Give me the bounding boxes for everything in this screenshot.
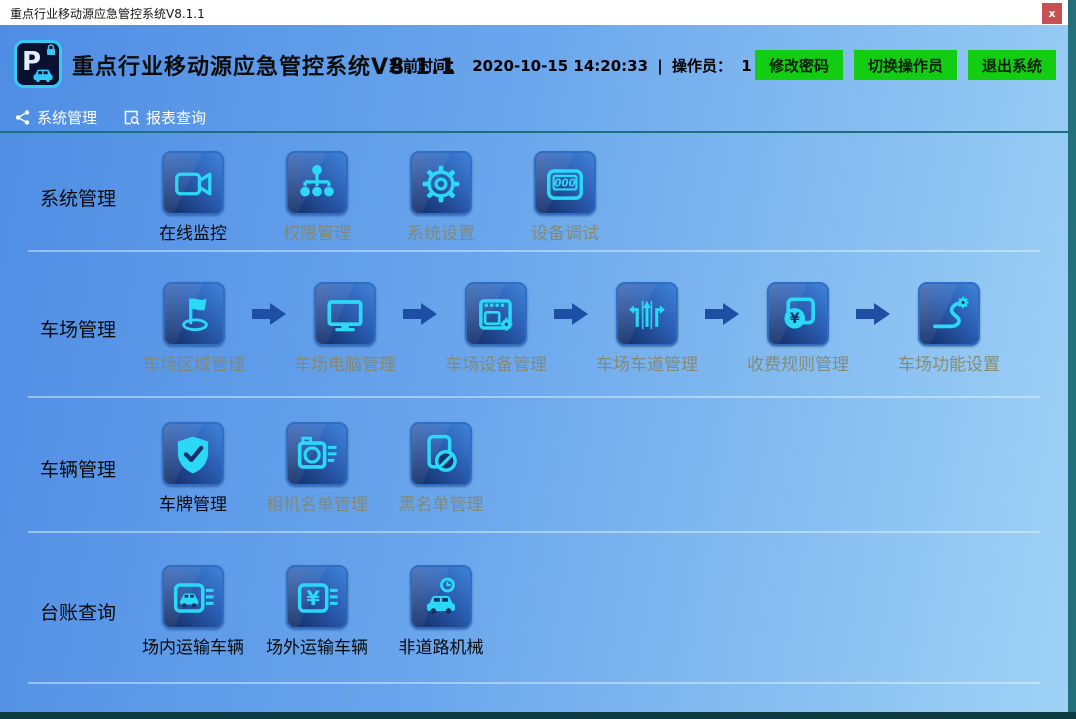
shield-check-icon[interactable]: [162, 422, 224, 486]
share-nodes-icon: [14, 109, 31, 126]
flow-arrow-icon: [552, 282, 591, 346]
launcher-area-management[interactable]: 车场区域管理: [138, 282, 250, 375]
gear-icon[interactable]: [410, 151, 472, 215]
launcher-camera-list[interactable]: 相机名单管理: [255, 422, 379, 515]
launcher-onsite-vehicles[interactable]: 场内运输车辆: [131, 565, 255, 658]
launcher-offsite-vehicles[interactable]: ¥ 场外运输车辆: [255, 565, 379, 658]
device-window-gear-icon[interactable]: [465, 282, 527, 346]
main-window: P 重点行业移动源应急管控系统V8.1.1 当前时间： 2020-10-15 1…: [0, 25, 1068, 712]
flow-arrow-icon: [250, 282, 289, 346]
video-camera-icon[interactable]: [162, 151, 224, 215]
window-titlebar[interactable]: 重点行业移动源应急管控系统V8.1.1 x: [0, 0, 1068, 25]
svg-text:¥: ¥: [306, 587, 320, 610]
launcher-device-debug[interactable]: 000 设备调试: [503, 151, 627, 244]
menu-report-query[interactable]: 报表查询: [123, 107, 206, 128]
launcher-fee-rules[interactable]: ¥ 收费规则管理: [742, 282, 854, 375]
yen-list-icon[interactable]: ¥: [286, 565, 348, 629]
launcher-online-monitor[interactable]: 在线监控: [131, 151, 255, 244]
switch-operator-button[interactable]: 切换操作员: [854, 50, 957, 80]
info-separator: |: [657, 57, 662, 75]
app-header: P 重点行业移动源应急管控系统V8.1.1 当前时间： 2020-10-15 1…: [0, 25, 1068, 103]
svg-text:¥: ¥: [790, 311, 800, 327]
launcher-lane-management[interactable]: 车场车道管理: [591, 282, 703, 375]
section-label: 台账查询: [0, 598, 131, 625]
change-password-button[interactable]: 修改密码: [755, 50, 843, 80]
menu-bar: 系统管理 报表查询: [0, 103, 1068, 131]
section-parking-management: 车场管理 车场区域管理: [0, 252, 1068, 396]
menu-item-label: 报表查询: [146, 107, 206, 128]
section-label: 系统管理: [0, 184, 131, 211]
camera-list-icon[interactable]: [286, 422, 348, 486]
app-logo: P: [14, 40, 62, 88]
section-system-management: 系统管理 在线监控: [0, 133, 1068, 250]
launcher-plate-management[interactable]: 车牌管理: [131, 422, 255, 515]
exit-system-button[interactable]: 退出系统: [968, 50, 1056, 80]
flag-marker-icon[interactable]: [163, 282, 225, 346]
launcher-device-management[interactable]: 车场设备管理: [440, 282, 552, 375]
header-buttons: 修改密码 切换操作员 退出系统: [755, 50, 1056, 80]
car-list-icon[interactable]: [162, 565, 224, 629]
car-icon: [31, 67, 57, 83]
time-value: 2020-10-15 14:20:33: [472, 57, 648, 75]
window-right-border: [1068, 0, 1076, 719]
header-info: 当前时间： 2020-10-15 14:20:33 | 操作员： 1: [388, 55, 756, 76]
launcher-function-settings[interactable]: 车场功能设置: [893, 282, 1005, 375]
section-label: 车辆管理: [0, 455, 131, 482]
operator-value: 1: [741, 57, 751, 75]
launcher-nonroad-machinery[interactable]: 非道路机械: [379, 565, 503, 658]
flow-arrow-icon: [854, 282, 893, 346]
window-title: 重点行业移动源应急管控系统V8.1.1: [10, 5, 205, 22]
launcher-permission-management[interactable]: 权限管理: [255, 151, 379, 244]
section-label: 车场管理: [0, 315, 131, 342]
menu-item-label: 系统管理: [37, 107, 97, 128]
close-button[interactable]: x: [1042, 3, 1062, 24]
row-divider: [28, 682, 1040, 684]
digital-meter-icon[interactable]: 000: [534, 151, 596, 215]
menu-system-management[interactable]: 系统管理: [14, 107, 97, 128]
car-clock-icon[interactable]: [410, 565, 472, 629]
launcher-system-settings[interactable]: 系统设置: [379, 151, 503, 244]
flow-arrow-icon: [401, 282, 440, 346]
section-vehicle-management: 车辆管理 车牌管理: [0, 398, 1068, 531]
lock-icon: [45, 44, 57, 57]
path-gear-icon[interactable]: [918, 282, 980, 346]
operator-label: 操作员：: [672, 57, 732, 75]
launcher-computer-management[interactable]: 车场电脑管理: [289, 282, 401, 375]
org-tree-icon[interactable]: [286, 151, 348, 215]
svg-text:000: 000: [554, 177, 575, 189]
window-bottom-border: [0, 712, 1076, 719]
report-search-icon: [123, 109, 140, 126]
launcher-blacklist[interactable]: 黑名单管理: [379, 422, 503, 515]
flow-arrow-icon: [703, 282, 742, 346]
section-ledger-query: 台账查询 场内运输车辆: [0, 533, 1068, 682]
blacklist-ban-icon[interactable]: [410, 422, 472, 486]
lane-arrows-icon[interactable]: [616, 282, 678, 346]
time-label: 当前时间：: [388, 57, 463, 75]
monitor-icon[interactable]: [314, 282, 376, 346]
fee-coin-icon[interactable]: ¥: [767, 282, 829, 346]
